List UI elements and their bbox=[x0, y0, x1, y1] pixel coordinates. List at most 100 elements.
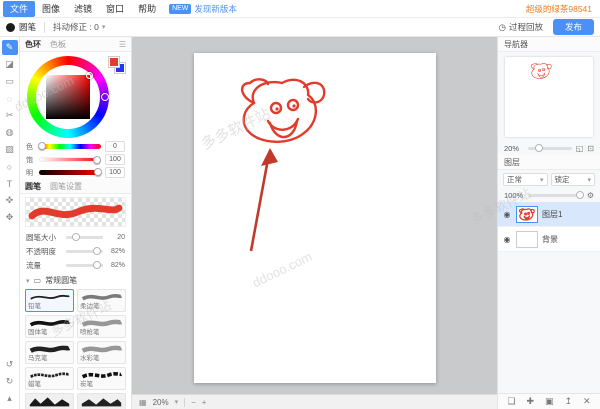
right-panel: 导航器 20% ◱ ⊡ 图层 正常 ▾ 锁定 ▾ 100% ⚙ ◉ 图层1 ◉ … bbox=[497, 37, 600, 409]
navigator-zoom-row: 20% ◱ ⊡ bbox=[498, 141, 600, 155]
tab-color-swatches[interactable]: 色板 bbox=[50, 39, 66, 50]
username[interactable]: 超级的绿茶98541 bbox=[526, 3, 592, 15]
redo-button[interactable]: ↻ bbox=[2, 374, 18, 389]
menu-filter[interactable]: 滤镜 bbox=[67, 1, 99, 17]
menu-window[interactable]: 窗口 bbox=[99, 1, 131, 17]
current-tool-icon bbox=[6, 22, 15, 32]
value-slider-knob[interactable] bbox=[94, 168, 102, 176]
layers-bottom-toolbar: ❏ ✚ ▣ ↥ ✕ bbox=[498, 393, 600, 409]
saturation-value[interactable]: 100 bbox=[105, 154, 125, 165]
visibility-eye-icon[interactable]: ◉ bbox=[502, 235, 512, 244]
hand-tool-button[interactable]: ✥ bbox=[2, 210, 18, 225]
brush-category-header[interactable]: ▾ ▭ 常规圆笔 bbox=[20, 272, 131, 288]
stabilizer-setting[interactable]: 抖动修正 : 0 ▾ bbox=[53, 21, 105, 33]
shape-tool-button[interactable]: ○ bbox=[2, 159, 18, 174]
flow-slider[interactable] bbox=[66, 260, 103, 269]
opacity-row: 不透明度 82% bbox=[20, 244, 131, 258]
lock-select[interactable]: 锁定 ▾ bbox=[550, 173, 595, 186]
zoom-level[interactable]: 20% bbox=[153, 398, 169, 407]
hue-wheel[interactable] bbox=[27, 56, 109, 138]
saturation-value-square[interactable] bbox=[46, 72, 93, 119]
undo-button[interactable]: ↺ bbox=[2, 357, 18, 372]
saturation-slider-knob[interactable] bbox=[93, 156, 101, 164]
brush-preset-pencil[interactable]: 铅笔 bbox=[25, 289, 74, 312]
saturation-slider-row: 饱 100 bbox=[20, 153, 131, 166]
collapse-panel-button[interactable]: ▴ bbox=[2, 391, 18, 406]
brush-tool-button[interactable]: ✎ bbox=[1, 40, 18, 55]
panel-menu-icon[interactable]: ☰ bbox=[119, 40, 126, 49]
new-layer-icon[interactable]: ❏ bbox=[507, 396, 515, 407]
brush-preset-partial[interactable] bbox=[25, 393, 74, 409]
zoom-out-icon[interactable]: − bbox=[191, 398, 196, 407]
navigator-zoom-value: 20% bbox=[504, 143, 520, 153]
merge-up-icon[interactable]: ↥ bbox=[564, 396, 572, 407]
navigator-zoom-knob[interactable] bbox=[534, 143, 543, 152]
primary-color-swatch[interactable] bbox=[109, 57, 119, 67]
brush-preset-watercolor[interactable]: 水彩笔 bbox=[77, 341, 126, 364]
brush-preset-marker[interactable]: 马克笔 bbox=[25, 341, 74, 364]
brush-preset-soft[interactable]: 柔边笔 bbox=[77, 289, 126, 312]
text-tool-button[interactable]: T bbox=[2, 176, 18, 191]
sv-knob[interactable] bbox=[86, 72, 93, 79]
saturation-slider[interactable] bbox=[39, 156, 101, 164]
layer-opacity-slider[interactable] bbox=[528, 190, 585, 199]
drawing-canvas[interactable] bbox=[193, 53, 436, 383]
fit-screen-icon[interactable]: ◱ bbox=[576, 144, 584, 153]
fill-tool-button[interactable]: ◍ bbox=[2, 125, 18, 140]
menu-help[interactable]: 帮助 bbox=[131, 1, 163, 17]
navigator-thumbnail[interactable] bbox=[505, 57, 593, 137]
hue-knob[interactable] bbox=[101, 93, 109, 101]
crop-tool-button[interactable]: ✂ bbox=[2, 108, 18, 123]
zoom-in-icon[interactable]: + bbox=[202, 398, 207, 407]
layer-row-background[interactable]: ◉ 背景 bbox=[498, 227, 600, 252]
app-root: ddooo.com 多多软件站 ddooo.com 多多软件站 多多软件站 文件… bbox=[0, 0, 600, 409]
chevron-down-icon[interactable]: ▾ bbox=[175, 398, 179, 406]
brush-preset-partial[interactable] bbox=[77, 393, 126, 409]
actual-size-icon[interactable]: ⊡ bbox=[587, 144, 594, 153]
update-link[interactable]: 发现新版本 bbox=[194, 3, 237, 15]
visibility-eye-icon[interactable]: ◉ bbox=[502, 210, 512, 219]
menu-image[interactable]: 图像 bbox=[35, 1, 67, 17]
menu-file[interactable]: 文件 bbox=[3, 0, 36, 17]
new-folder-icon[interactable]: ▣ bbox=[545, 396, 554, 407]
chevron-down-icon: ▾ bbox=[587, 176, 591, 184]
brush-size-slider[interactable] bbox=[66, 232, 103, 241]
brush-preset-label: 喷枪笔 bbox=[80, 329, 100, 336]
tab-color-wheel[interactable]: 色环 bbox=[25, 39, 41, 50]
blend-mode-select[interactable]: 正常 ▾ bbox=[503, 173, 548, 186]
clock-icon: ◷ bbox=[498, 21, 506, 32]
tab-brush-settings[interactable]: 圆笔设置 bbox=[50, 181, 82, 192]
gear-icon[interactable]: ⚙ bbox=[587, 191, 594, 200]
publish-button[interactable]: 发布 bbox=[552, 19, 594, 35]
layer-row-layer1[interactable]: ◉ 图层1 bbox=[498, 202, 600, 227]
lasso-tool-button[interactable]: ◌ bbox=[2, 91, 18, 106]
current-tool-label[interactable]: 圆笔 bbox=[19, 21, 36, 33]
opacity-knob[interactable] bbox=[93, 246, 102, 255]
gradient-tool-button[interactable]: ▨ bbox=[2, 142, 18, 157]
replay-button[interactable]: ◷ 过程回放 bbox=[499, 21, 543, 33]
add-layer-icon[interactable]: ✚ bbox=[527, 396, 535, 407]
layers-title: 图层 bbox=[504, 158, 520, 167]
layer-opacity-knob[interactable] bbox=[576, 190, 585, 199]
opacity-slider[interactable] bbox=[66, 246, 103, 255]
hue-value[interactable]: 0 bbox=[105, 141, 125, 152]
brush-preset-crayon[interactable]: 蜡笔 bbox=[25, 367, 74, 390]
eraser-tool-button[interactable]: ◪ bbox=[2, 57, 18, 72]
flow-knob[interactable] bbox=[93, 260, 102, 269]
hue-slider[interactable] bbox=[38, 142, 101, 150]
value-slider[interactable] bbox=[39, 168, 102, 176]
brush-size-knob[interactable] bbox=[71, 232, 80, 241]
brush-preset-charcoal[interactable]: 炭笔 bbox=[77, 367, 126, 390]
tab-brush[interactable]: 圆笔 bbox=[25, 181, 41, 192]
navigator-zoom-slider[interactable] bbox=[528, 143, 572, 152]
layer-controls: 正常 ▾ 锁定 ▾ bbox=[498, 170, 600, 188]
brush-preset-airbrush[interactable]: 喷枪笔 bbox=[77, 315, 126, 338]
eyedropper-tool-button[interactable]: ✜ bbox=[2, 193, 18, 208]
brush-preset-solid[interactable]: 固体笔 bbox=[25, 315, 74, 338]
marquee-tool-button[interactable]: ▭ bbox=[2, 74, 18, 89]
hue-slider-knob[interactable] bbox=[38, 142, 46, 150]
saturation-label: 饱 bbox=[26, 156, 33, 164]
delete-layer-icon[interactable]: ✕ bbox=[583, 396, 591, 407]
grid-icon[interactable]: ▦ bbox=[139, 398, 147, 407]
value-value[interactable]: 100 bbox=[105, 167, 125, 178]
